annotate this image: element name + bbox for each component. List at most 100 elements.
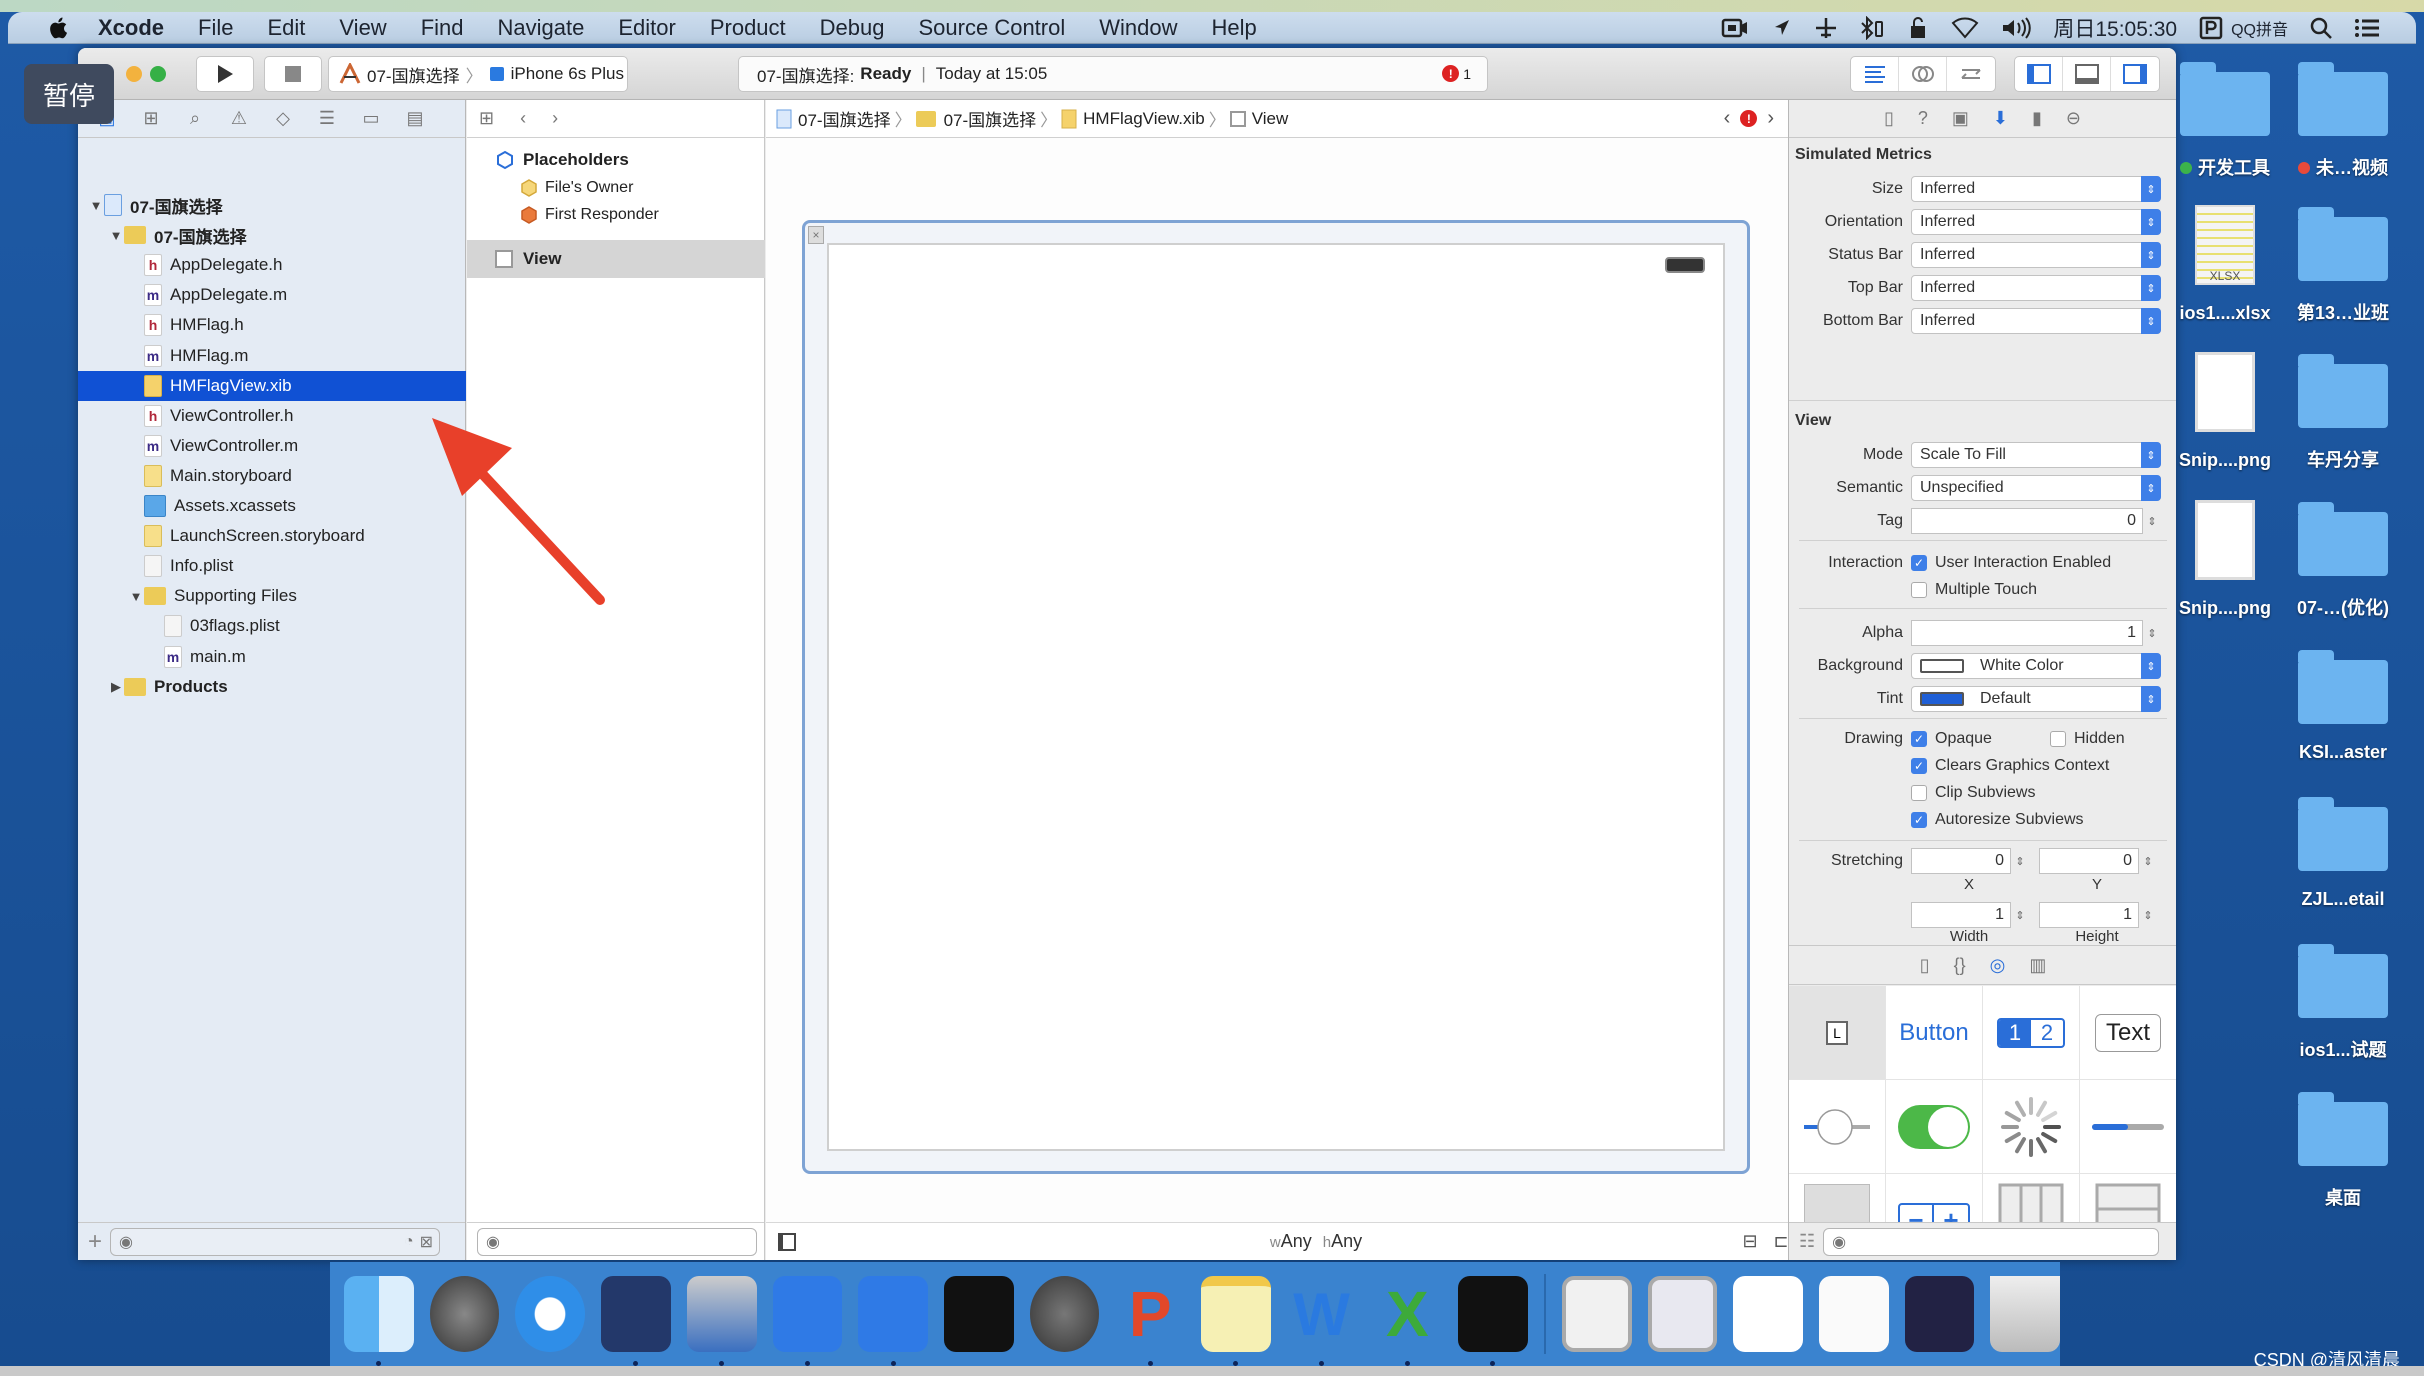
dock-window-thumbnail-icon[interactable] bbox=[1561, 1276, 1632, 1352]
autoresize-subviews-checkbox[interactable]: ✓ bbox=[1911, 812, 1927, 828]
desktop-icon[interactable]: KSI...aster bbox=[2283, 648, 2403, 763]
desktop-icon[interactable]: 未…视频 bbox=[2283, 60, 2403, 180]
attributes-inspector-icon[interactable]: ⬇ bbox=[1993, 108, 2008, 129]
dock-terminal-icon[interactable] bbox=[943, 1276, 1014, 1352]
list-grid-toggle-icon[interactable]: ☷ bbox=[1799, 1231, 1815, 1252]
menu-editor[interactable]: Editor bbox=[618, 15, 675, 41]
forward-button[interactable]: › bbox=[552, 108, 558, 129]
add-file-button[interactable]: + bbox=[88, 1228, 102, 1256]
scm-filter-icon[interactable]: ⊠ bbox=[420, 1232, 433, 1252]
file-template-library-icon[interactable]: ▯ bbox=[1920, 955, 1930, 976]
outline-first-responder[interactable]: First Responder bbox=[467, 201, 765, 229]
file-tree-row[interactable]: Main.storyboard bbox=[78, 461, 466, 491]
run-button[interactable] bbox=[196, 56, 254, 92]
dock-preview-icon[interactable] bbox=[1819, 1276, 1889, 1352]
menu-window[interactable]: Window bbox=[1099, 15, 1177, 41]
stretch-height-stepper[interactable]: ⇕ bbox=[2141, 902, 2155, 928]
spotlight-icon[interactable] bbox=[2310, 15, 2332, 41]
tag-field[interactable]: 0 bbox=[1911, 508, 2143, 534]
file-tree-row[interactable]: Assets.xcassets bbox=[78, 491, 466, 521]
zoom-button[interactable] bbox=[150, 66, 166, 82]
dock-window-thumbnail-icon[interactable] bbox=[1647, 1276, 1718, 1352]
toggle-outline-icon[interactable] bbox=[778, 1232, 796, 1251]
library-slider[interactable] bbox=[1789, 1080, 1886, 1174]
desktop-icon[interactable]: 07-…(优化) bbox=[2283, 500, 2403, 620]
toggle-utilities-button[interactable] bbox=[2111, 57, 2159, 91]
desktop-icon[interactable]: XLSX ios1....xlsx bbox=[2165, 205, 2285, 324]
volume-icon[interactable] bbox=[2001, 15, 2032, 41]
dock-xcode-icon[interactable] bbox=[772, 1276, 843, 1366]
metric-popup[interactable]: Inferred ⇕ bbox=[1911, 242, 2161, 268]
input-method-label[interactable]: QQ拼音 bbox=[2231, 16, 2288, 40]
find-navigator-tab-icon[interactable]: ⌕ bbox=[182, 106, 208, 132]
file-tree-row[interactable]: LaunchScreen.storyboard bbox=[78, 521, 466, 551]
previous-issue-button[interactable]: ‹ bbox=[1724, 107, 1731, 130]
background-popup[interactable]: White Color ⇕ bbox=[1911, 653, 2161, 679]
breadcrumb-view[interactable]: View bbox=[1252, 109, 1289, 129]
file-tree-row[interactable]: m HMFlag.m bbox=[78, 341, 466, 371]
toggle-navigator-button[interactable] bbox=[2015, 57, 2063, 91]
dock-notes-icon[interactable] bbox=[1201, 1276, 1271, 1366]
menu-file[interactable]: File bbox=[198, 15, 233, 41]
scheme-selector[interactable]: 07-国旗选择 〉 iPhone 6s Plus bbox=[328, 56, 628, 92]
report-navigator-tab-icon[interactable]: ▤ bbox=[402, 106, 428, 132]
disclosure-collapsed-icon[interactable]: ▶ bbox=[108, 679, 124, 695]
alpha-stepper[interactable]: ⇕ bbox=[2145, 620, 2159, 646]
dock-screenshot-icon[interactable] bbox=[1904, 1276, 1975, 1352]
outline-filter-field[interactable]: ◉ bbox=[477, 1227, 757, 1256]
file-tree-row[interactable]: m main.m bbox=[78, 642, 466, 672]
object-library-icon[interactable]: ◎ bbox=[1990, 955, 2006, 976]
minimize-button[interactable] bbox=[126, 66, 142, 82]
disclosure-expanded-icon[interactable]: ▼ bbox=[108, 228, 124, 243]
test-navigator-tab-icon[interactable]: ◇ bbox=[270, 106, 296, 132]
desktop-icon[interactable]: 开发工具 bbox=[2165, 60, 2285, 180]
file-tree-row[interactable]: m AppDelegate.m bbox=[78, 280, 466, 310]
back-button[interactable]: ‹ bbox=[520, 108, 526, 129]
bluetooth-icon[interactable] bbox=[1859, 15, 1885, 41]
disclosure-expanded-icon[interactable]: ▼ bbox=[88, 198, 104, 213]
wifi-icon[interactable] bbox=[1951, 15, 1979, 41]
mode-popup[interactable]: Scale To Fill ⇕ bbox=[1911, 442, 2161, 468]
menu-help[interactable]: Help bbox=[1212, 15, 1257, 41]
background-color-swatch[interactable] bbox=[1920, 659, 1964, 673]
tint-popup[interactable]: Default ⇕ bbox=[1911, 686, 2161, 712]
notification-center-icon[interactable] bbox=[2354, 15, 2380, 41]
quick-help-icon[interactable]: ? bbox=[1918, 108, 1928, 129]
input-method-icon[interactable] bbox=[2199, 15, 2223, 41]
alpha-field[interactable]: 1 bbox=[1911, 620, 2143, 646]
library-text-field[interactable]: Text bbox=[2080, 986, 2176, 1080]
breadcrumb-project[interactable]: 07-国旗选择 bbox=[798, 106, 891, 131]
metric-popup[interactable]: Inferred ⇕ bbox=[1911, 308, 2161, 334]
user-interaction-checkbox[interactable]: ✓ bbox=[1911, 555, 1927, 571]
dock-video-player-icon[interactable] bbox=[686, 1276, 757, 1366]
desktop-icon[interactable]: 第13…业班 bbox=[2283, 205, 2403, 325]
dock-simulator-icon[interactable] bbox=[858, 1276, 928, 1366]
desktop-icon[interactable]: 车丹分享 bbox=[2283, 352, 2403, 472]
outline-placeholders[interactable]: Placeholders bbox=[467, 146, 765, 174]
issue-indicator[interactable]: ! 1 bbox=[1442, 65, 1471, 82]
location-icon[interactable] bbox=[1771, 15, 1793, 41]
desktop-icon[interactable]: Snip....png bbox=[2165, 352, 2285, 471]
media-library-icon[interactable]: ▥ bbox=[2029, 955, 2046, 976]
stack-icon[interactable]: ⊟ bbox=[1742, 1231, 1757, 1252]
file-tree-row[interactable]: 03flags.plist bbox=[78, 611, 466, 641]
dock-finder-icon[interactable] bbox=[344, 1276, 414, 1366]
library-filter-field[interactable]: ◉ bbox=[1823, 1227, 2160, 1256]
file-tree-row[interactable]: h HMFlag.h bbox=[78, 310, 466, 340]
dock-excel-icon[interactable]: X bbox=[1372, 1276, 1442, 1366]
library-progress-view[interactable] bbox=[2080, 1080, 2176, 1174]
tint-color-swatch[interactable] bbox=[1920, 692, 1964, 706]
menu-view[interactable]: View bbox=[339, 15, 386, 41]
dock-document-icon[interactable] bbox=[1733, 1276, 1803, 1352]
outline-view[interactable]: View bbox=[467, 240, 765, 278]
library-activity-indicator[interactable] bbox=[1983, 1080, 2080, 1174]
multiple-touch-checkbox[interactable] bbox=[1911, 582, 1927, 598]
opaque-checkbox[interactable]: ✓ bbox=[1911, 731, 1927, 747]
clip-subviews-checkbox[interactable] bbox=[1911, 785, 1927, 801]
hidden-checkbox[interactable] bbox=[2050, 731, 2066, 747]
dock-safari-icon[interactable] bbox=[515, 1276, 586, 1352]
assistant-editor-button[interactable] bbox=[1899, 57, 1947, 91]
menu-find[interactable]: Find bbox=[421, 15, 464, 41]
pause-overlay-label[interactable]: 暂停 bbox=[24, 64, 114, 124]
debug-navigator-tab-icon[interactable]: ☰ bbox=[314, 106, 340, 132]
